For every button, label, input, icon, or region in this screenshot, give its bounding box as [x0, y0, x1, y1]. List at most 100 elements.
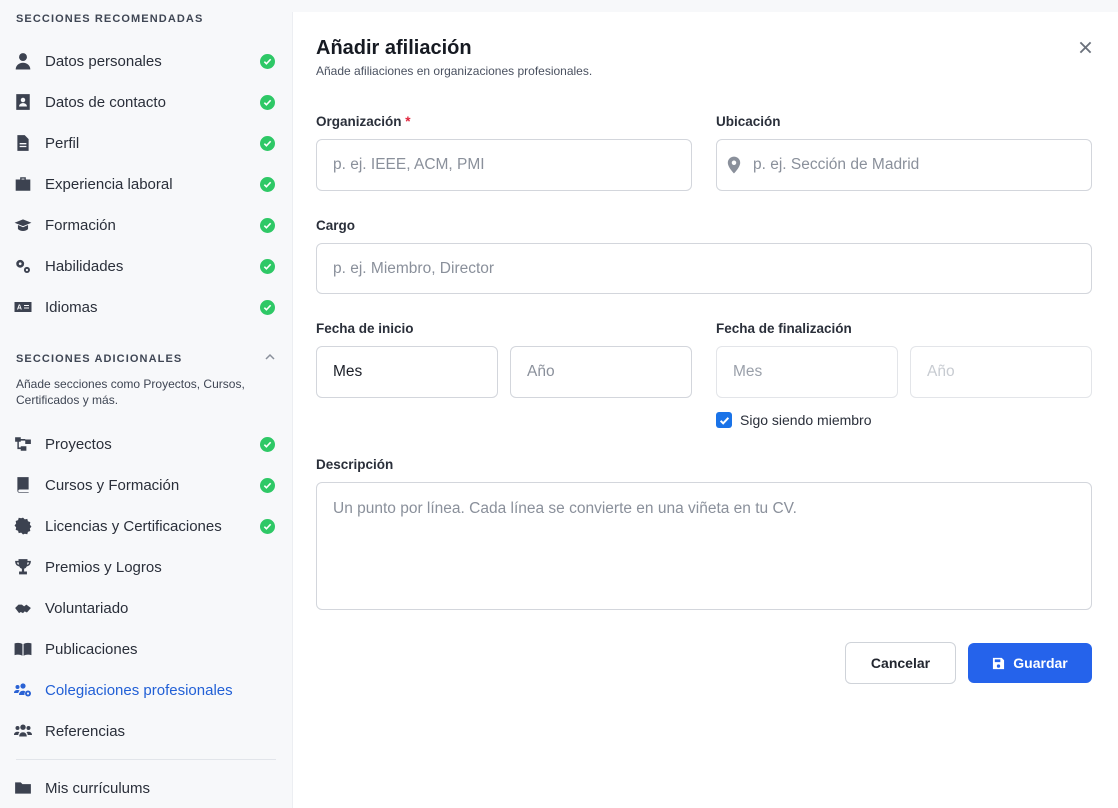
- sidebar-item-certifications[interactable]: Licencias y Certificaciones: [14, 509, 280, 543]
- check-icon: [260, 299, 275, 315]
- sidebar-item-label: Voluntariado: [45, 599, 129, 617]
- recommended-sections-title: SECCIONES RECOMENDADAS: [16, 13, 204, 25]
- sidebar-item-professional-memberships[interactable]: Colegiaciones profesionales: [14, 673, 280, 707]
- required-mark: *: [405, 114, 411, 129]
- sidebar-item-label: Referencias: [45, 722, 126, 740]
- graduation-cap-icon: [14, 216, 36, 234]
- sidebar-item-awards[interactable]: Premios y Logros: [14, 550, 280, 584]
- description-placeholder: Un punto por línea. Cada línea se convie…: [333, 500, 797, 517]
- sidebar-item-label: Colegiaciones profesionales: [45, 681, 233, 699]
- sidebar: SECCIONES RECOMENDADAS Datos personales …: [0, 0, 291, 808]
- handshake-icon: [14, 599, 36, 617]
- sidebar-item-label: Premios y Logros: [45, 558, 162, 576]
- location-placeholder: p. ej. Sección de Madrid: [753, 156, 920, 173]
- end-year-input[interactable]: Año: [910, 346, 1092, 398]
- description-label: Descripción: [316, 457, 394, 472]
- sidebar-item-work-experience[interactable]: Experiencia laboral: [14, 167, 280, 201]
- sidebar-item-label: Datos personales: [45, 52, 162, 70]
- floppy-disk-icon: [993, 657, 1005, 669]
- still-member-row[interactable]: Sigo siendo miembro: [716, 411, 872, 429]
- check-icon: [260, 53, 275, 69]
- sidebar-item-publications[interactable]: Publicaciones: [14, 632, 280, 666]
- sidebar-item-courses[interactable]: Cursos y Formación: [14, 468, 280, 502]
- role-label: Cargo: [316, 218, 356, 233]
- description-textarea[interactable]: Un punto por línea. Cada línea se convie…: [316, 482, 1092, 610]
- check-icon: [260, 436, 275, 452]
- additional-sections-title: SECCIONES ADICIONALES: [16, 353, 183, 365]
- certificate-icon: [14, 517, 36, 535]
- cancel-button-label: Cancelar: [870, 655, 931, 671]
- check-icon: [260, 135, 275, 151]
- document-icon: [14, 134, 36, 152]
- start-year-placeholder: Año: [527, 363, 555, 380]
- sidebar-item-label: Licencias y Certificaciones: [45, 517, 222, 535]
- language-icon: [14, 298, 36, 316]
- sidebar-item-contact-data[interactable]: Datos de contacto: [14, 85, 280, 119]
- check-icon: [260, 258, 275, 274]
- organization-input[interactable]: p. ej. IEEE, ACM, PMI: [316, 139, 692, 191]
- trophy-icon: [14, 558, 36, 576]
- end-month-select[interactable]: Mes: [716, 346, 898, 398]
- close-button[interactable]: [1076, 38, 1094, 56]
- sidebar-item-label: Perfil: [45, 134, 80, 152]
- users-cog-icon: [14, 681, 36, 699]
- location-label: Ubicación: [716, 114, 781, 129]
- sidebar-item-volunteering[interactable]: Voluntariado: [14, 591, 280, 625]
- save-button-label: Guardar: [1013, 655, 1068, 671]
- book-icon: [14, 476, 36, 494]
- briefcase-icon: [14, 175, 36, 193]
- sidebar-item-label: Proyectos: [45, 435, 112, 453]
- sidebar-item-label: Cursos y Formación: [45, 476, 180, 494]
- users-icon: [14, 722, 36, 740]
- organization-label: Organización *: [316, 114, 411, 129]
- open-book-icon: [14, 640, 36, 658]
- sidebar-item-label: Publicaciones: [45, 640, 138, 658]
- start-year-input[interactable]: Año: [510, 346, 692, 398]
- check-icon: [260, 477, 275, 493]
- user-icon: [14, 52, 36, 70]
- check-icon: [260, 217, 275, 233]
- sidebar-item-references[interactable]: Referencias: [14, 714, 280, 748]
- sidebar-item-label: Mis currículums: [45, 779, 151, 797]
- sidebar-item-label: Habilidades: [45, 257, 124, 275]
- affiliation-form-panel: [292, 12, 1118, 808]
- sidebar-item-languages[interactable]: Idiomas: [14, 290, 280, 324]
- sidebar-divider: [16, 759, 276, 760]
- still-member-checkbox[interactable]: [716, 412, 732, 428]
- gears-icon: [14, 257, 36, 275]
- organization-placeholder: p. ej. IEEE, ACM, PMI: [333, 156, 485, 173]
- close-icon: [1079, 41, 1091, 53]
- still-member-label: Sigo siendo miembro: [740, 412, 872, 428]
- sidebar-item-label: Idiomas: [45, 298, 98, 316]
- location-input[interactable]: p. ej. Sección de Madrid: [716, 139, 1092, 191]
- cancel-button[interactable]: Cancelar: [845, 642, 956, 684]
- contact-card-icon: [14, 93, 36, 111]
- sidebar-item-education[interactable]: Formación: [14, 208, 280, 242]
- check-icon: [260, 518, 275, 534]
- form-subtitle: Añade afiliaciones en organizaciones pro…: [316, 64, 593, 78]
- sidebar-item-skills[interactable]: Habilidades: [14, 249, 280, 283]
- start-month-select[interactable]: Mes: [316, 346, 498, 398]
- sidebar-item-label: Datos de contacto: [45, 93, 166, 111]
- start-date-label: Fecha de inicio: [316, 321, 414, 336]
- sidebar-item-label: Experiencia laboral: [45, 175, 173, 193]
- end-month-value: Mes: [733, 363, 763, 380]
- form-title: Añadir afiliación: [316, 37, 472, 59]
- sidebar-item-my-resumes[interactable]: Mis currículums: [14, 771, 280, 805]
- role-input[interactable]: p. ej. Miembro, Director: [316, 243, 1092, 294]
- check-icon: [260, 176, 275, 192]
- sidebar-item-profile[interactable]: Perfil: [14, 126, 280, 160]
- sidebar-item-personal-data[interactable]: Datos personales: [14, 44, 280, 78]
- start-month-value: Mes: [333, 363, 363, 380]
- save-button[interactable]: Guardar: [968, 643, 1092, 683]
- organization-label-text: Organización: [316, 114, 402, 129]
- additional-sections-description: Añade secciones como Proyectos, Cursos, …: [16, 377, 245, 407]
- folder-icon: [14, 779, 36, 797]
- project-diagram-icon: [14, 435, 36, 453]
- chevron-up-icon[interactable]: [264, 352, 276, 362]
- end-date-label: Fecha de finalización: [716, 321, 852, 336]
- sidebar-item-projects[interactable]: Proyectos: [14, 427, 280, 461]
- sidebar-item-label: Formación: [45, 216, 116, 234]
- role-placeholder: p. ej. Miembro, Director: [333, 259, 495, 277]
- check-icon: [260, 94, 275, 110]
